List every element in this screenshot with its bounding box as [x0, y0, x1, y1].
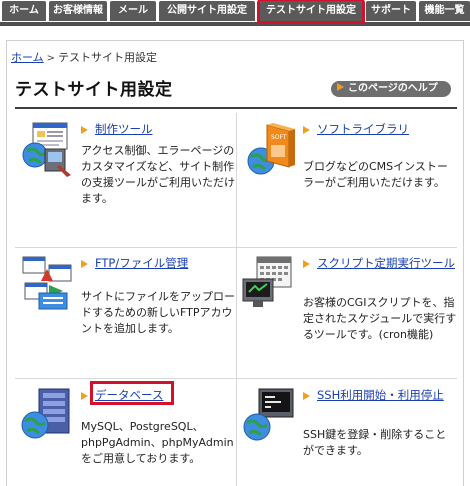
svg-text:SOFT: SOFT — [271, 134, 287, 141]
arrow-right-icon — [81, 126, 88, 134]
feature-card-ssh: SSH利用開始・利用停止 SSH鍵を登録・削除することができます。 — [241, 387, 461, 486]
tab-home[interactable]: ホーム — [2, 1, 46, 21]
tab-mail[interactable]: メール — [110, 1, 156, 21]
database-description: MySQL、PostgreSQL、phpPgAdmin、phpMyAdminをご… — [81, 420, 234, 465]
feature-card-web-tools: 制作ツール アクセス制御、エラーページのカスタマイズなど、サイト制作の支援ツール… — [19, 121, 239, 241]
ftp-file-manager-description: サイトにファイルをアップロードするための新しいFTPアカウントを追加します。 — [81, 290, 235, 335]
database-link-highlight — [90, 381, 174, 405]
main-nav-tabs: ホーム お客様情報 メール 公開サイト用設定 テストサイト用設定 サポート 機能… — [0, 0, 470, 26]
tab-public-site-settings[interactable]: 公開サイト用設定 — [159, 1, 255, 21]
breadcrumb: ホーム > テストサイト用設定 — [11, 49, 157, 65]
arrow-right-icon — [303, 126, 310, 134]
breadcrumb-separator: > — [46, 53, 56, 64]
tab-feature-list[interactable]: 機能一覧 — [419, 1, 470, 21]
ftp-file-manager-icon — [22, 256, 72, 310]
tab-customer-info[interactable]: お客様情報 — [49, 1, 107, 21]
database-icon — [21, 388, 70, 439]
software-library-icon: SOFT — [247, 123, 295, 175]
ssh-link[interactable]: SSH利用開始・利用停止 — [317, 387, 444, 403]
feature-card-ftp-file-manager: FTP/ファイル管理 サイトにファイルをアップロードするための新しいFTPアカウ… — [19, 255, 239, 373]
help-button-label: このページのヘルプ — [348, 83, 438, 94]
script-scheduler-link[interactable]: スクリプト定期実行ツール — [317, 255, 455, 271]
help-button[interactable]: このページのヘルプ — [331, 81, 451, 97]
title-divider — [15, 107, 457, 109]
software-library-link[interactable]: ソフトライブラリ — [317, 121, 409, 137]
feature-card-script-scheduler: スクリプト定期実行ツール お客様のCGIスクリプトを、指定されたスケジュールで実… — [241, 255, 461, 373]
ssh-terminal-icon — [243, 388, 294, 441]
arrow-right-icon — [81, 260, 88, 268]
page-title: テストサイト用設定 — [15, 80, 173, 100]
arrow-right-icon — [303, 392, 310, 400]
tab-support[interactable]: サポート — [366, 1, 416, 21]
content-panel: ホーム > テストサイト用設定 テストサイト用設定 このページのヘルプ 制作ツール … — [6, 40, 464, 486]
web-tools-icon — [22, 122, 71, 177]
script-scheduler-description: お客様のCGIスクリプトを、指定されたスケジュールで実行するツールです。(cro… — [303, 296, 457, 341]
software-library-description: ブログなどのCMSインストーラーがご利用いただけます。 — [303, 160, 448, 189]
arrow-right-icon — [303, 260, 310, 268]
tab-test-site-settings[interactable]: テストサイト用設定 — [257, 0, 365, 24]
feature-card-software-library: SOFT ソフトライブラリ ブログなどのCMSインストーラーがご利用いただけます… — [241, 121, 461, 241]
breadcrumb-home-link[interactable]: ホーム — [11, 51, 44, 64]
ssh-description: SSH鍵を登録・削除することができます。 — [303, 428, 447, 457]
web-tools-link[interactable]: 制作ツール — [95, 121, 153, 137]
ftp-file-manager-link[interactable]: FTP/ファイル管理 — [95, 255, 188, 271]
script-scheduler-icon — [242, 256, 292, 307]
web-tools-description: アクセス制御、エラーページのカスタマイズなど、サイト制作の支援ツールがご利用いた… — [81, 144, 235, 205]
breadcrumb-current: テストサイト用設定 — [58, 51, 158, 64]
arrow-right-icon — [81, 392, 88, 400]
arrow-right-icon — [337, 83, 344, 91]
